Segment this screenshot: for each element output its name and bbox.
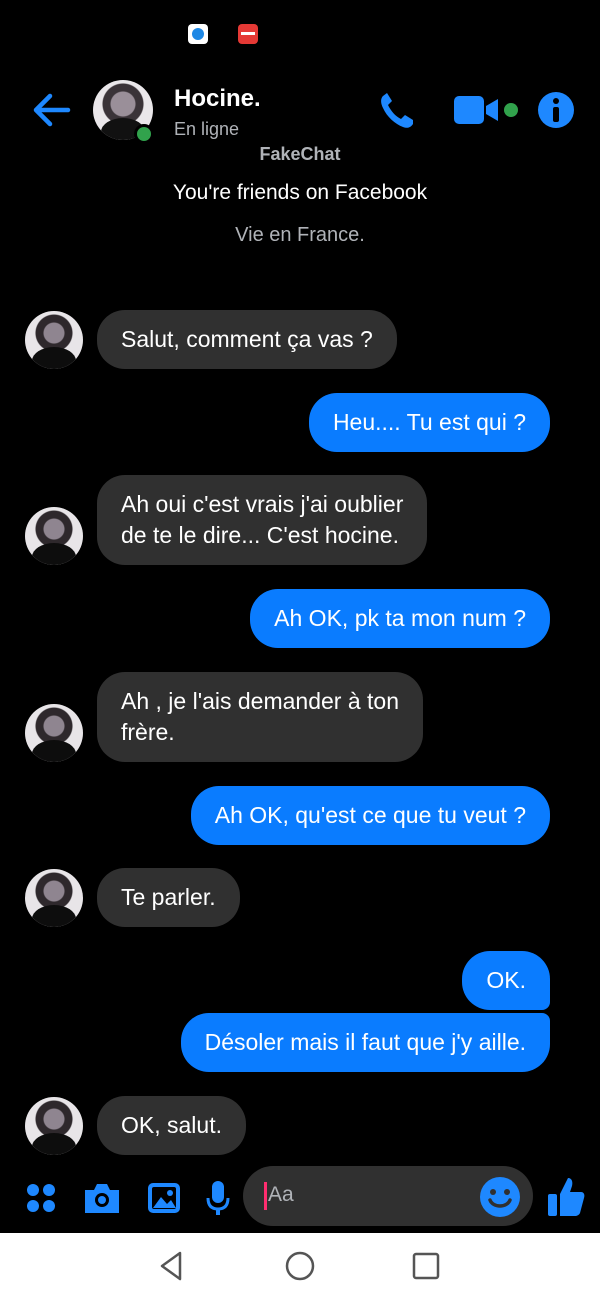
contact-status: En ligne bbox=[174, 119, 240, 139]
message-input-placeholder: Aa bbox=[268, 1183, 294, 1206]
status-bar bbox=[0, 0, 600, 70]
outgoing-message[interactable]: Ah OK, qu'est ce que tu veut ? bbox=[190, 786, 550, 845]
microphone-icon bbox=[206, 1181, 230, 1215]
gallery-icon bbox=[148, 1183, 180, 1213]
friends-notice: You're friends on Facebook bbox=[172, 181, 428, 204]
apps-button[interactable] bbox=[24, 1178, 58, 1218]
incoming-message[interactable]: OK, salut. bbox=[97, 1096, 246, 1155]
arrow-left-icon bbox=[33, 93, 71, 127]
nav-home-button[interactable] bbox=[282, 1248, 318, 1284]
online-status-dot bbox=[134, 124, 154, 144]
incoming-message[interactable]: Ah oui c'est vrais j'ai oublier de te le… bbox=[97, 475, 428, 565]
sender-avatar[interactable] bbox=[25, 311, 83, 369]
app-notification-icon bbox=[188, 24, 208, 44]
outgoing-message[interactable]: Heu.... Tu est qui ? bbox=[308, 393, 550, 452]
sender-avatar[interactable] bbox=[25, 507, 83, 565]
camera-icon bbox=[85, 1184, 119, 1213]
camera-button[interactable] bbox=[82, 1178, 122, 1218]
outgoing-message[interactable]: OK. bbox=[462, 951, 550, 1010]
call-button[interactable] bbox=[375, 90, 419, 130]
info-button[interactable] bbox=[536, 90, 576, 130]
triangle-back-icon bbox=[160, 1251, 182, 1281]
video-call-button[interactable] bbox=[452, 90, 522, 130]
outgoing-message[interactable]: Ah OK, pk ta mon num ? bbox=[250, 589, 550, 648]
message-line: Ah oui c'est vrais j'ai oublier bbox=[121, 491, 404, 517]
video-camera-icon bbox=[454, 96, 518, 124]
message-line: Ah , je l'ais demander à ton bbox=[121, 688, 399, 714]
manga-app-notification-icon bbox=[238, 24, 258, 44]
info-icon bbox=[538, 92, 574, 128]
nav-recents-button[interactable] bbox=[408, 1248, 444, 1284]
system-navigation-bar bbox=[0, 1233, 600, 1300]
sender-avatar[interactable] bbox=[25, 869, 83, 927]
message-line: frère. bbox=[121, 719, 175, 745]
message-line: de te le dire... C'est hocine. bbox=[121, 522, 399, 548]
incoming-message[interactable]: Ah , je l'ais demander à ton frère. bbox=[97, 672, 423, 762]
back-button[interactable] bbox=[30, 90, 74, 130]
sender-avatar[interactable] bbox=[25, 704, 83, 762]
contact-name[interactable]: Hocine. bbox=[174, 85, 261, 113]
incoming-message[interactable]: Salut, comment ça vas ? bbox=[97, 310, 397, 369]
watermark: FakeChat bbox=[259, 144, 341, 164]
thumbs-up-icon bbox=[548, 1178, 585, 1216]
square-recents-icon bbox=[412, 1252, 440, 1280]
apps-grid-icon bbox=[27, 1184, 55, 1212]
location-notice: Vie en France. bbox=[235, 224, 365, 246]
message-composer: Aa bbox=[0, 1166, 600, 1230]
nav-back-button[interactable] bbox=[154, 1248, 190, 1284]
sender-avatar[interactable] bbox=[25, 1097, 83, 1155]
phone-icon bbox=[381, 93, 413, 128]
chat-header: Hocine. En ligne bbox=[0, 70, 600, 155]
incoming-message[interactable]: Te parler. bbox=[97, 868, 240, 927]
like-button[interactable] bbox=[546, 1174, 586, 1220]
circle-home-icon bbox=[285, 1251, 315, 1281]
outgoing-message[interactable]: Désoler mais il faut que j'y aille. bbox=[180, 1013, 550, 1072]
gallery-button[interactable] bbox=[145, 1178, 183, 1218]
text-cursor bbox=[264, 1182, 267, 1210]
emoji-button[interactable] bbox=[479, 1176, 521, 1218]
emoji-icon bbox=[480, 1177, 520, 1217]
voice-button[interactable] bbox=[204, 1178, 232, 1218]
